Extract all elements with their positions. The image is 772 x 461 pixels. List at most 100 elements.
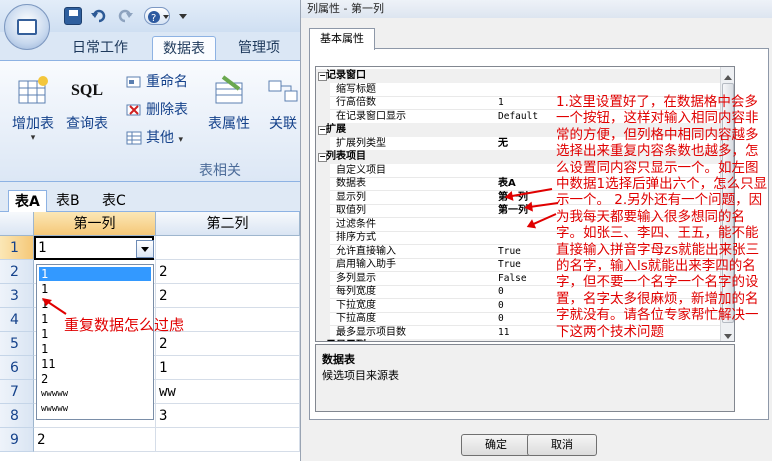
property-name: 扩展列类型 — [336, 137, 386, 149]
tab-data-table[interactable]: 数据表 — [152, 36, 216, 60]
data-grid: 第一列 第二列 12232452617ww81392 1 111111112ww… — [0, 212, 300, 461]
save-icon[interactable] — [64, 7, 82, 25]
grid-question-note: 重复数据怎么过虑 — [64, 316, 185, 334]
row-gutter — [316, 190, 330, 205]
row-gutter — [316, 312, 330, 326]
property-name: 启用输入助手 — [336, 259, 396, 270]
row-gutter — [316, 177, 330, 191]
dropdown-list[interactable]: 1 1 1 1 1 1 11 2 wwwww wwwww — [36, 264, 154, 420]
ribbon-group-label: 表相关 — [199, 163, 241, 179]
property-category[interactable]: − 记录窗口 — [316, 69, 734, 83]
other-button[interactable]: 其他 ▾ — [124, 127, 183, 149]
ok-button[interactable]: 确定 — [461, 434, 531, 456]
table-grid-icon — [126, 130, 142, 146]
ribbon: 增加表 ▾ SQL 查询表 重命名 删除表 其他 ▾ 表属性 关联 表相关 — [0, 60, 300, 182]
grid-cell-col2[interactable]: 2 — [156, 284, 300, 308]
property-name: 列表项目 — [326, 151, 366, 162]
row-gutter — [316, 231, 330, 245]
property-description: 数据表 候选项目来源表 — [315, 344, 735, 412]
property-name: 行高倍数 — [336, 97, 376, 108]
table-properties-button[interactable]: 表属性 — [204, 71, 254, 155]
relations-label: 关联 — [269, 116, 297, 132]
dropdown-item[interactable]: 11 — [39, 357, 151, 371]
grid-cell-col2[interactable]: 2 — [156, 260, 300, 284]
row-header[interactable]: 2 — [0, 260, 34, 284]
column-header-1[interactable]: 第一列 — [34, 212, 156, 236]
help-icon[interactable]: ? — [144, 7, 170, 25]
grid-cell-col2[interactable] — [156, 428, 300, 452]
sheet-tab-b[interactable]: 表B — [50, 190, 86, 212]
row-gutter — [316, 244, 330, 259]
query-table-button[interactable]: SQL 查询表 — [62, 71, 112, 155]
property-name: 扩展 — [326, 124, 346, 135]
sheet-tab-bar: 表A 表B 表C — [0, 188, 300, 212]
grid-cell-col1[interactable]: 2 — [34, 428, 156, 452]
property-name: 缩写标题 — [336, 83, 376, 95]
dropdown-item[interactable]: 1 — [39, 267, 151, 281]
property-name: 过滤条件 — [336, 218, 376, 230]
delete-table-label: 删除表 — [146, 102, 188, 118]
grid-cell-col2[interactable]: 3 — [156, 404, 300, 428]
tab-manage-project[interactable]: 管理项目 — [228, 36, 300, 80]
delete-table-button[interactable]: 删除表 — [124, 99, 188, 121]
row-gutter — [316, 82, 330, 97]
row-header[interactable]: 7 — [0, 380, 34, 404]
row-header[interactable]: 8 — [0, 404, 34, 428]
column-header-2[interactable]: 第二列 — [156, 212, 300, 236]
property-name: 排序方式 — [336, 232, 376, 243]
row-header[interactable]: 3 — [0, 284, 34, 308]
grid-cell-col2[interactable] — [156, 236, 300, 260]
office-button[interactable] — [4, 4, 50, 50]
row-gutter — [316, 109, 330, 124]
rename-icon — [126, 74, 142, 90]
row-gutter — [316, 258, 330, 272]
tab-daily-work[interactable]: 日常工作 — [62, 36, 138, 60]
grid-cell-col2[interactable]: ww — [156, 380, 300, 404]
description-text: 候选项目来源表 — [322, 369, 399, 382]
other-label: 其他 — [146, 130, 174, 146]
row-header[interactable]: 6 — [0, 356, 34, 380]
dropdown-arrow-button[interactable] — [136, 240, 154, 258]
query-table-label: 查询表 — [66, 116, 108, 132]
scroll-up-icon[interactable] — [724, 71, 732, 80]
property-name: 多列显示 — [336, 272, 376, 284]
row-gutter — [316, 298, 330, 313]
rename-button[interactable]: 重命名 — [124, 71, 188, 93]
relations-icon — [267, 75, 299, 107]
redo-icon[interactable] — [116, 7, 134, 25]
grid-corner[interactable] — [0, 212, 34, 236]
dropdown-item[interactable]: 1 — [39, 282, 151, 296]
qat-customize-icon[interactable] — [178, 10, 188, 20]
property-name: 数据表 — [336, 178, 366, 189]
property-name: 每列宽度 — [336, 286, 376, 297]
property-name: 记录窗口 — [326, 70, 366, 81]
grid-cell-col2[interactable]: 2 — [156, 332, 300, 356]
delete-icon — [126, 102, 142, 118]
undo-icon[interactable] — [90, 7, 108, 25]
dropdown-item[interactable]: 2 — [39, 372, 151, 386]
row-gutter — [316, 271, 330, 286]
row-gutter — [316, 96, 330, 110]
dropdown-item[interactable]: wwwww — [39, 387, 151, 401]
grid-cell-col2[interactable]: 1 — [156, 356, 300, 380]
relations-button[interactable]: 关联 — [258, 71, 300, 155]
app-window: ? 日常工作 数据表 管理项目 增加表 ▾ SQL 查询表 重命名 — [0, 0, 300, 461]
row-header[interactable]: 5 — [0, 332, 34, 356]
table-properties-label: 表属性 — [208, 116, 250, 132]
dropdown-item[interactable]: 1 — [39, 342, 151, 356]
dropdown-item[interactable]: wwwww — [39, 402, 151, 416]
tab-basic-properties[interactable]: 基本属性 — [309, 28, 375, 50]
dialog-title: 列属性 - 第一列 — [301, 0, 772, 18]
sheet-tab-c[interactable]: 表C — [96, 190, 132, 212]
row-header[interactable]: 1 — [0, 236, 34, 260]
sql-icon: SQL — [71, 82, 104, 99]
description-title: 数据表 — [322, 353, 355, 366]
row-header[interactable]: 9 — [0, 428, 34, 452]
property-name: 下拉宽度 — [336, 299, 376, 311]
property-name: 下拉高度 — [336, 313, 376, 324]
row-gutter — [316, 204, 330, 218]
row-header[interactable]: 4 — [0, 308, 34, 332]
cancel-button[interactable]: 取消 — [527, 434, 597, 456]
sheet-tab-a[interactable]: 表A — [8, 190, 47, 212]
add-table-button[interactable]: 增加表 ▾ — [8, 71, 58, 155]
